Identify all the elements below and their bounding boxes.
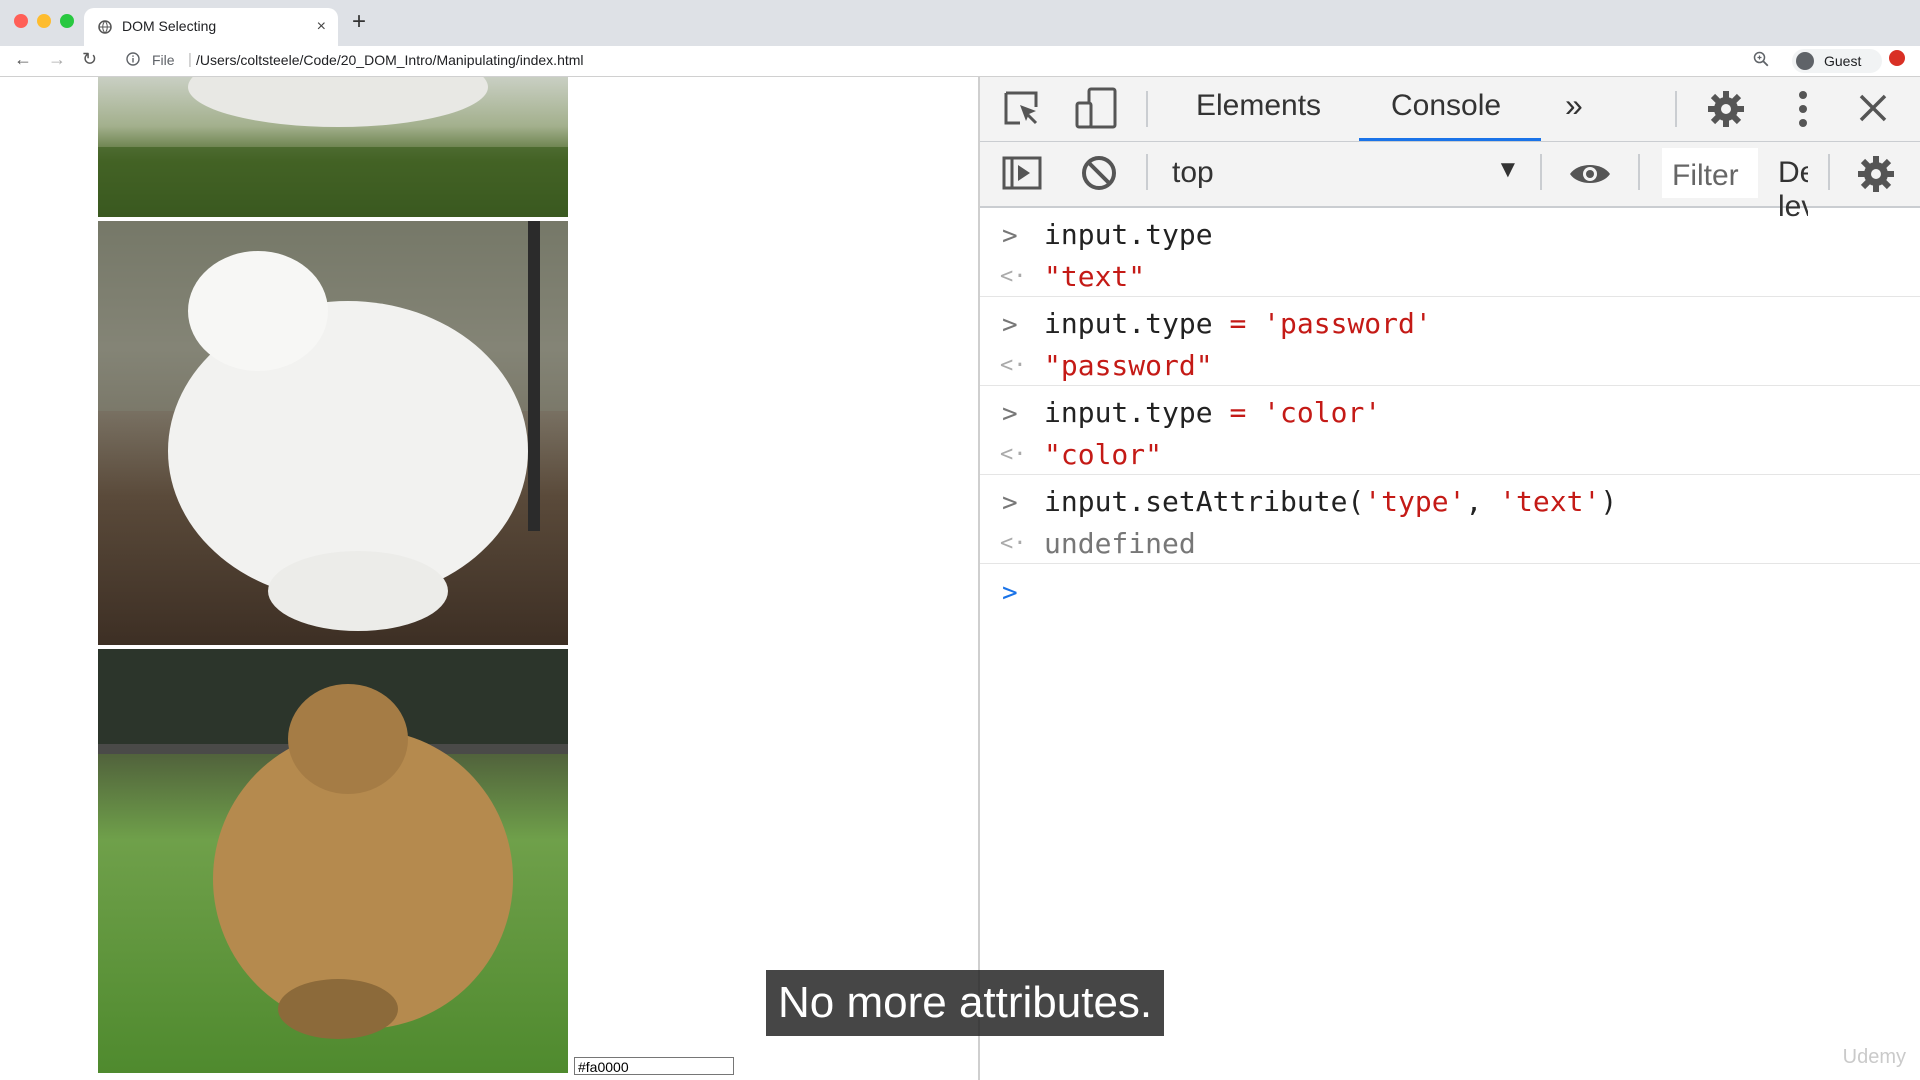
buff-silkie-photo <box>98 649 568 1073</box>
divider <box>1675 91 1677 127</box>
console-entry: > input.type <· "text" <box>980 208 1920 297</box>
console-result: "password" <box>1044 349 1213 382</box>
profile-name: Guest <box>1824 53 1862 69</box>
console-output: > input.type <· "text" > input.type = 'p… <box>980 208 1920 624</box>
console-toolbar: top ▼ Filter Default levels <box>980 142 1920 223</box>
new-tab-button[interactable]: + <box>352 8 366 36</box>
browser-tab-bar: DOM Selecting × + <box>0 0 1920 46</box>
input-prompt-icon: > <box>1002 310 1018 340</box>
console-entry: > input.type = 'color' <· "color" <box>980 386 1920 475</box>
console-settings-gear-icon[interactable] <box>1856 154 1896 199</box>
console-result: "text" <box>1044 260 1146 293</box>
url-text[interactable]: /Users/coltsteele/Code/20_DOM_Intro/Mani… <box>196 52 584 68</box>
file-scheme-label: File <box>152 52 175 68</box>
context-label: top <box>1172 156 1214 189</box>
clear-console-icon[interactable] <box>1080 154 1118 197</box>
close-icon[interactable] <box>1858 93 1888 128</box>
divider <box>1638 154 1640 190</box>
console-input[interactable]: input.type = 'color' <box>1044 396 1381 429</box>
tab-elements[interactable]: Elements <box>1196 89 1321 123</box>
profile-button[interactable]: Guest <box>1792 49 1882 73</box>
color-input[interactable]: #fa0000 <box>574 1057 734 1075</box>
reload-button[interactable]: ↻ <box>82 49 97 70</box>
filter-input[interactable]: Filter <box>1662 148 1758 198</box>
output-arrow-icon: <· <box>1000 264 1027 289</box>
close-window-button[interactable] <box>14 14 28 28</box>
tab-console[interactable]: Console <box>1391 89 1501 123</box>
chevron-down-icon: ▼ <box>1496 156 1520 183</box>
divider <box>1540 154 1542 190</box>
forward-button[interactable]: → <box>48 49 66 70</box>
console-input[interactable]: input.type = 'password' <box>1044 307 1432 340</box>
console-input[interactable]: input.type <box>1044 218 1213 251</box>
console-prompt-line[interactable]: > <box>980 564 1920 624</box>
page-viewport: #fa0000 <box>0 77 978 1080</box>
input-prompt-icon: > <box>1002 399 1018 429</box>
sidebar-toggle-icon[interactable] <box>1002 156 1042 195</box>
address-bar[interactable]: File | /Users/coltsteele/Code/20_DOM_Int… <box>116 48 1766 74</box>
video-caption: No more attributes. <box>766 970 1165 1036</box>
tab-title: DOM Selecting <box>122 18 217 34</box>
active-prompt-icon: > <box>1002 578 1018 608</box>
devtools-panel: Elements Console » top ▼ Filter D le > i… <box>980 77 1920 1080</box>
filter-placeholder: Filter <box>1672 159 1739 192</box>
browser-toolbar: ← → ↻ File | /Users/coltsteele/Code/20_D… <box>0 46 1920 77</box>
vertical-dots-icon[interactable] <box>1798 91 1808 132</box>
minimize-window-button[interactable] <box>37 14 51 28</box>
address-separator: | <box>188 51 192 68</box>
device-toolbar-icon[interactable] <box>1075 87 1119 134</box>
gear-icon[interactable] <box>1706 89 1746 134</box>
divider <box>1146 154 1148 190</box>
devtools-tab-bar: Elements Console » <box>980 77 1920 142</box>
extension-icon[interactable] <box>1889 50 1905 66</box>
console-input[interactable]: input.setAttribute('type', 'text') <box>1044 485 1617 518</box>
browser-tab[interactable]: DOM Selecting × <box>84 8 338 46</box>
avatar <box>1796 52 1814 70</box>
chicken-photo-1 <box>98 77 568 217</box>
input-prompt-icon: > <box>1002 221 1018 251</box>
divider <box>1828 154 1830 190</box>
globe-icon <box>98 20 112 39</box>
output-arrow-icon: <· <box>1000 442 1027 467</box>
console-result: undefined <box>1044 527 1196 560</box>
back-button[interactable]: ← <box>14 49 32 70</box>
output-arrow-icon: <· <box>1000 531 1027 556</box>
white-silkie-photo <box>98 221 568 645</box>
console-result: "color" <box>1044 438 1163 471</box>
tab-close-icon[interactable]: × <box>317 18 326 36</box>
inspect-element-icon[interactable] <box>1004 91 1042 132</box>
zoom-icon[interactable] <box>1753 51 1769 72</box>
active-tab-indicator <box>1359 138 1541 141</box>
divider <box>1146 91 1148 127</box>
eye-icon[interactable] <box>1568 160 1612 193</box>
output-arrow-icon: <· <box>1000 353 1027 378</box>
console-entry: > input.type = 'password' <· "password" <box>980 297 1920 386</box>
info-icon[interactable] <box>126 52 140 71</box>
more-tabs-icon[interactable]: » <box>1565 87 1583 124</box>
watermark-logo: Udemy <box>1842 1046 1906 1068</box>
zoom-window-button[interactable] <box>60 14 74 28</box>
console-entry: > input.setAttribute('type', 'text') <· … <box>980 475 1920 564</box>
input-prompt-icon: > <box>1002 488 1018 518</box>
